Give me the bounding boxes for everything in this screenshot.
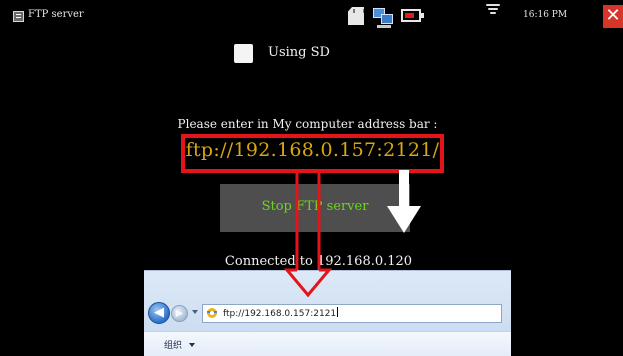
browser-address-bar-screenshot: ◀ ▶ ftp://192.168.0.157:2121 组织	[144, 270, 511, 356]
back-arrow-icon[interactable]: ◀	[148, 302, 170, 324]
app-title: FTP server	[28, 9, 84, 20]
ie-icon	[207, 308, 217, 318]
status-bar: FTP server 16:16 PM ✕	[0, 0, 623, 32]
network-icon	[373, 6, 395, 28]
browser-toolbar: 组织	[144, 331, 511, 356]
wifi-icon	[486, 4, 500, 14]
stop-ftp-server-label: Stop FTP server	[261, 199, 369, 214]
organize-dropdown-icon[interactable]	[189, 343, 195, 347]
connection-status: Connected to 192.168.0.120	[224, 254, 413, 269]
using-sd-checkbox[interactable]	[234, 44, 253, 63]
browser-url: ftp://192.168.0.157:2121	[223, 309, 337, 319]
ftp-address: ftp://192.168.0.157:2121/	[185, 139, 440, 161]
forward-arrow-icon[interactable]: ▶	[171, 305, 188, 322]
battery-icon	[401, 9, 424, 22]
sd-card-icon	[348, 7, 364, 25]
using-sd-label: Using SD	[268, 45, 330, 60]
stop-ftp-server-button[interactable]: Stop FTP server	[220, 184, 410, 232]
close-button[interactable]: ✕	[603, 5, 623, 28]
browser-address-input[interactable]: ftp://192.168.0.157:2121	[202, 304, 502, 323]
organize-menu[interactable]: 组织	[164, 338, 182, 351]
clock: 16:16 PM	[523, 10, 568, 20]
instruction-text: Please enter in My computer address bar …	[177, 117, 438, 131]
close-icon: ✕	[605, 5, 621, 26]
app-icon	[13, 11, 24, 22]
history-dropdown-icon[interactable]	[192, 310, 198, 314]
